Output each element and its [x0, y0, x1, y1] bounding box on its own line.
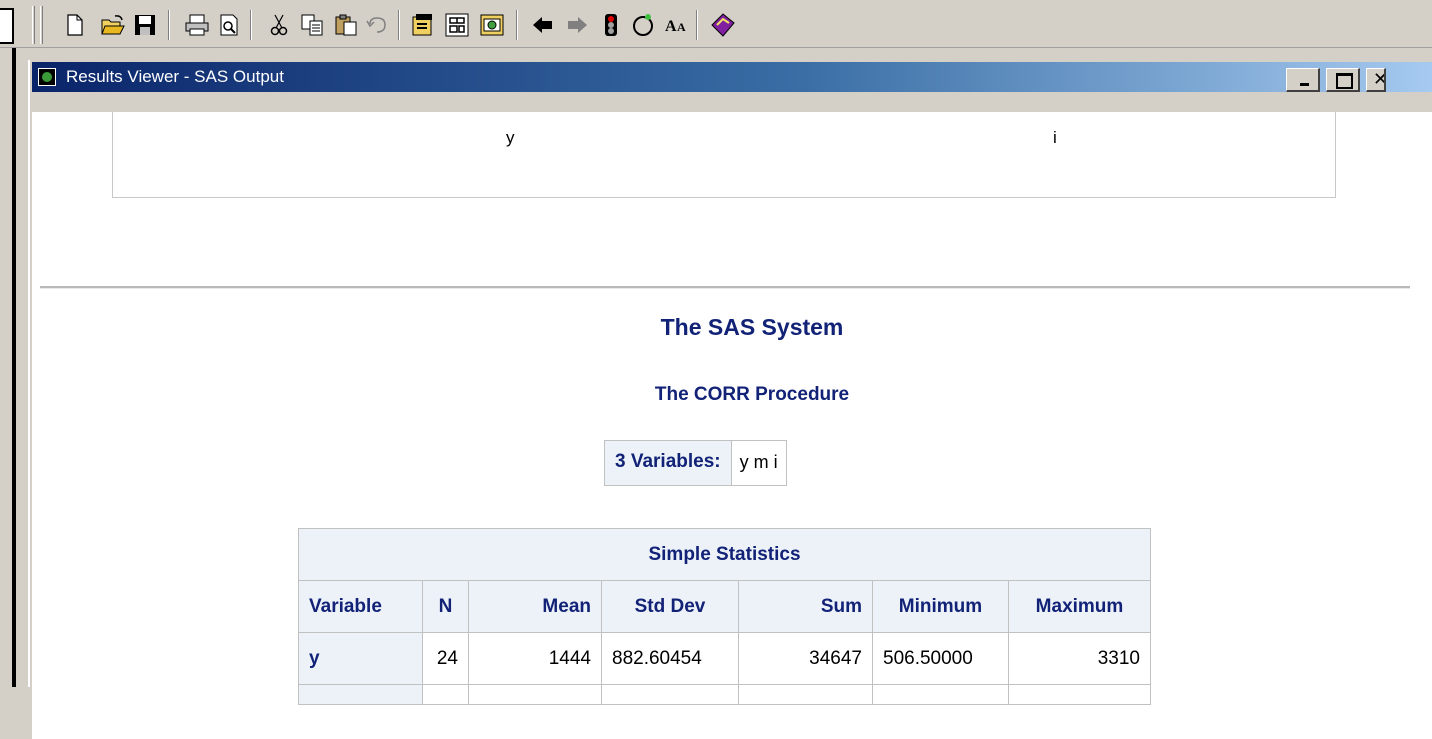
- variables-value: y m i: [731, 441, 786, 485]
- table-cell: [872, 684, 1009, 705]
- paste-icon[interactable]: [334, 12, 360, 38]
- toolbar-separator: [696, 10, 698, 40]
- procedure-title: The CORR Procedure: [654, 384, 850, 405]
- print-preview-icon[interactable]: [216, 12, 242, 38]
- close-icon: ✕: [1373, 69, 1384, 90]
- results-viewer-window: Results Viewer - SAS Output ✕ 500 1000 1…: [28, 60, 1432, 739]
- table-cell: 1444: [468, 632, 602, 685]
- row-header: y: [298, 632, 423, 685]
- font-icon[interactable]: AA: [664, 12, 690, 38]
- cut-icon[interactable]: [266, 12, 292, 38]
- forward-icon[interactable]: [564, 12, 590, 38]
- window-titlebar[interactable]: Results Viewer - SAS Output ✕: [32, 62, 1432, 92]
- output-content[interactable]: 500 1000 1500 2000 2500 3000 y 4 6 8 10 …: [32, 112, 1432, 739]
- table-cell: [468, 684, 602, 705]
- svg-text:A: A: [677, 20, 686, 34]
- svg-text:A: A: [665, 18, 677, 35]
- open-icon[interactable]: [100, 12, 126, 38]
- column-header: Variable: [298, 580, 423, 633]
- table-row: y 24 1444 882.60454 34647 506.50000 3310: [298, 632, 1151, 685]
- toolbar-edge: [0, 8, 14, 44]
- help-icon[interactable]: [710, 12, 736, 38]
- table-cell: [1008, 684, 1151, 705]
- toolbar-grip[interactable]: [40, 6, 43, 44]
- find-icon[interactable]: [480, 12, 506, 38]
- column-header: Mean: [468, 580, 602, 633]
- table-cell: 506.50000: [872, 632, 1009, 685]
- table-cell: 34647: [738, 632, 873, 685]
- toolbar-separator: [250, 10, 252, 40]
- table-cell: [422, 684, 469, 705]
- new-icon[interactable]: [62, 12, 88, 38]
- table-header-row: Variable N Mean Std Dev Sum Minimum Maxi…: [298, 580, 1151, 633]
- toolbar-grip[interactable]: [32, 6, 35, 44]
- table-cell: 3310: [1008, 632, 1151, 685]
- undo-icon[interactable]: [364, 12, 390, 38]
- row-header: [298, 684, 423, 705]
- column-header: Maximum: [1008, 580, 1151, 633]
- table-row: [298, 684, 1151, 705]
- back-icon[interactable]: [530, 12, 556, 38]
- toolbar-separator: [516, 10, 518, 40]
- break-icon[interactable]: [598, 12, 624, 38]
- variables-label: 3 Variables:: [605, 441, 732, 485]
- simple-statistics-table: Simple Statistics Variable N Mean Std De…: [298, 528, 1151, 705]
- copy-icon[interactable]: [300, 12, 326, 38]
- toolbar-separator: [398, 10, 400, 40]
- table-cell: [738, 684, 873, 705]
- new-library-icon[interactable]: [410, 12, 436, 38]
- main-toolbar: AA: [0, 0, 1432, 48]
- toolbar-separator: [168, 10, 170, 40]
- table-cell: [601, 684, 739, 705]
- variables-table: 3 Variables: y m i: [604, 440, 787, 486]
- page-divider: [40, 286, 1410, 289]
- print-icon[interactable]: [184, 12, 210, 38]
- column-header: N: [422, 580, 469, 633]
- column-header: Std Dev: [601, 580, 739, 633]
- axis-label: y: [506, 128, 515, 147]
- save-icon[interactable]: [132, 12, 158, 38]
- close-button[interactable]: ✕: [1366, 68, 1386, 92]
- scatter-matrix-panel: 500 1000 1500 2000 2500 3000 y 4 6 8 10 …: [112, 112, 1336, 198]
- clear-icon[interactable]: [630, 12, 656, 38]
- report-title: The SAS System: [660, 314, 844, 340]
- sas-window-icon[interactable]: [38, 68, 56, 86]
- table-caption: Simple Statistics: [298, 528, 1151, 581]
- table-cell: 882.60454: [601, 632, 739, 685]
- sas-explorer-icon[interactable]: [444, 12, 470, 38]
- maximize-button[interactable]: [1326, 68, 1360, 92]
- column-header: Sum: [738, 580, 873, 633]
- column-header: Minimum: [872, 580, 1009, 633]
- minimize-button[interactable]: [1286, 68, 1320, 92]
- axis-label: i: [1053, 128, 1057, 147]
- table-cell: 24: [422, 632, 469, 685]
- mdi-frame: [0, 48, 28, 687]
- window-title: Results Viewer - SAS Output: [66, 67, 284, 86]
